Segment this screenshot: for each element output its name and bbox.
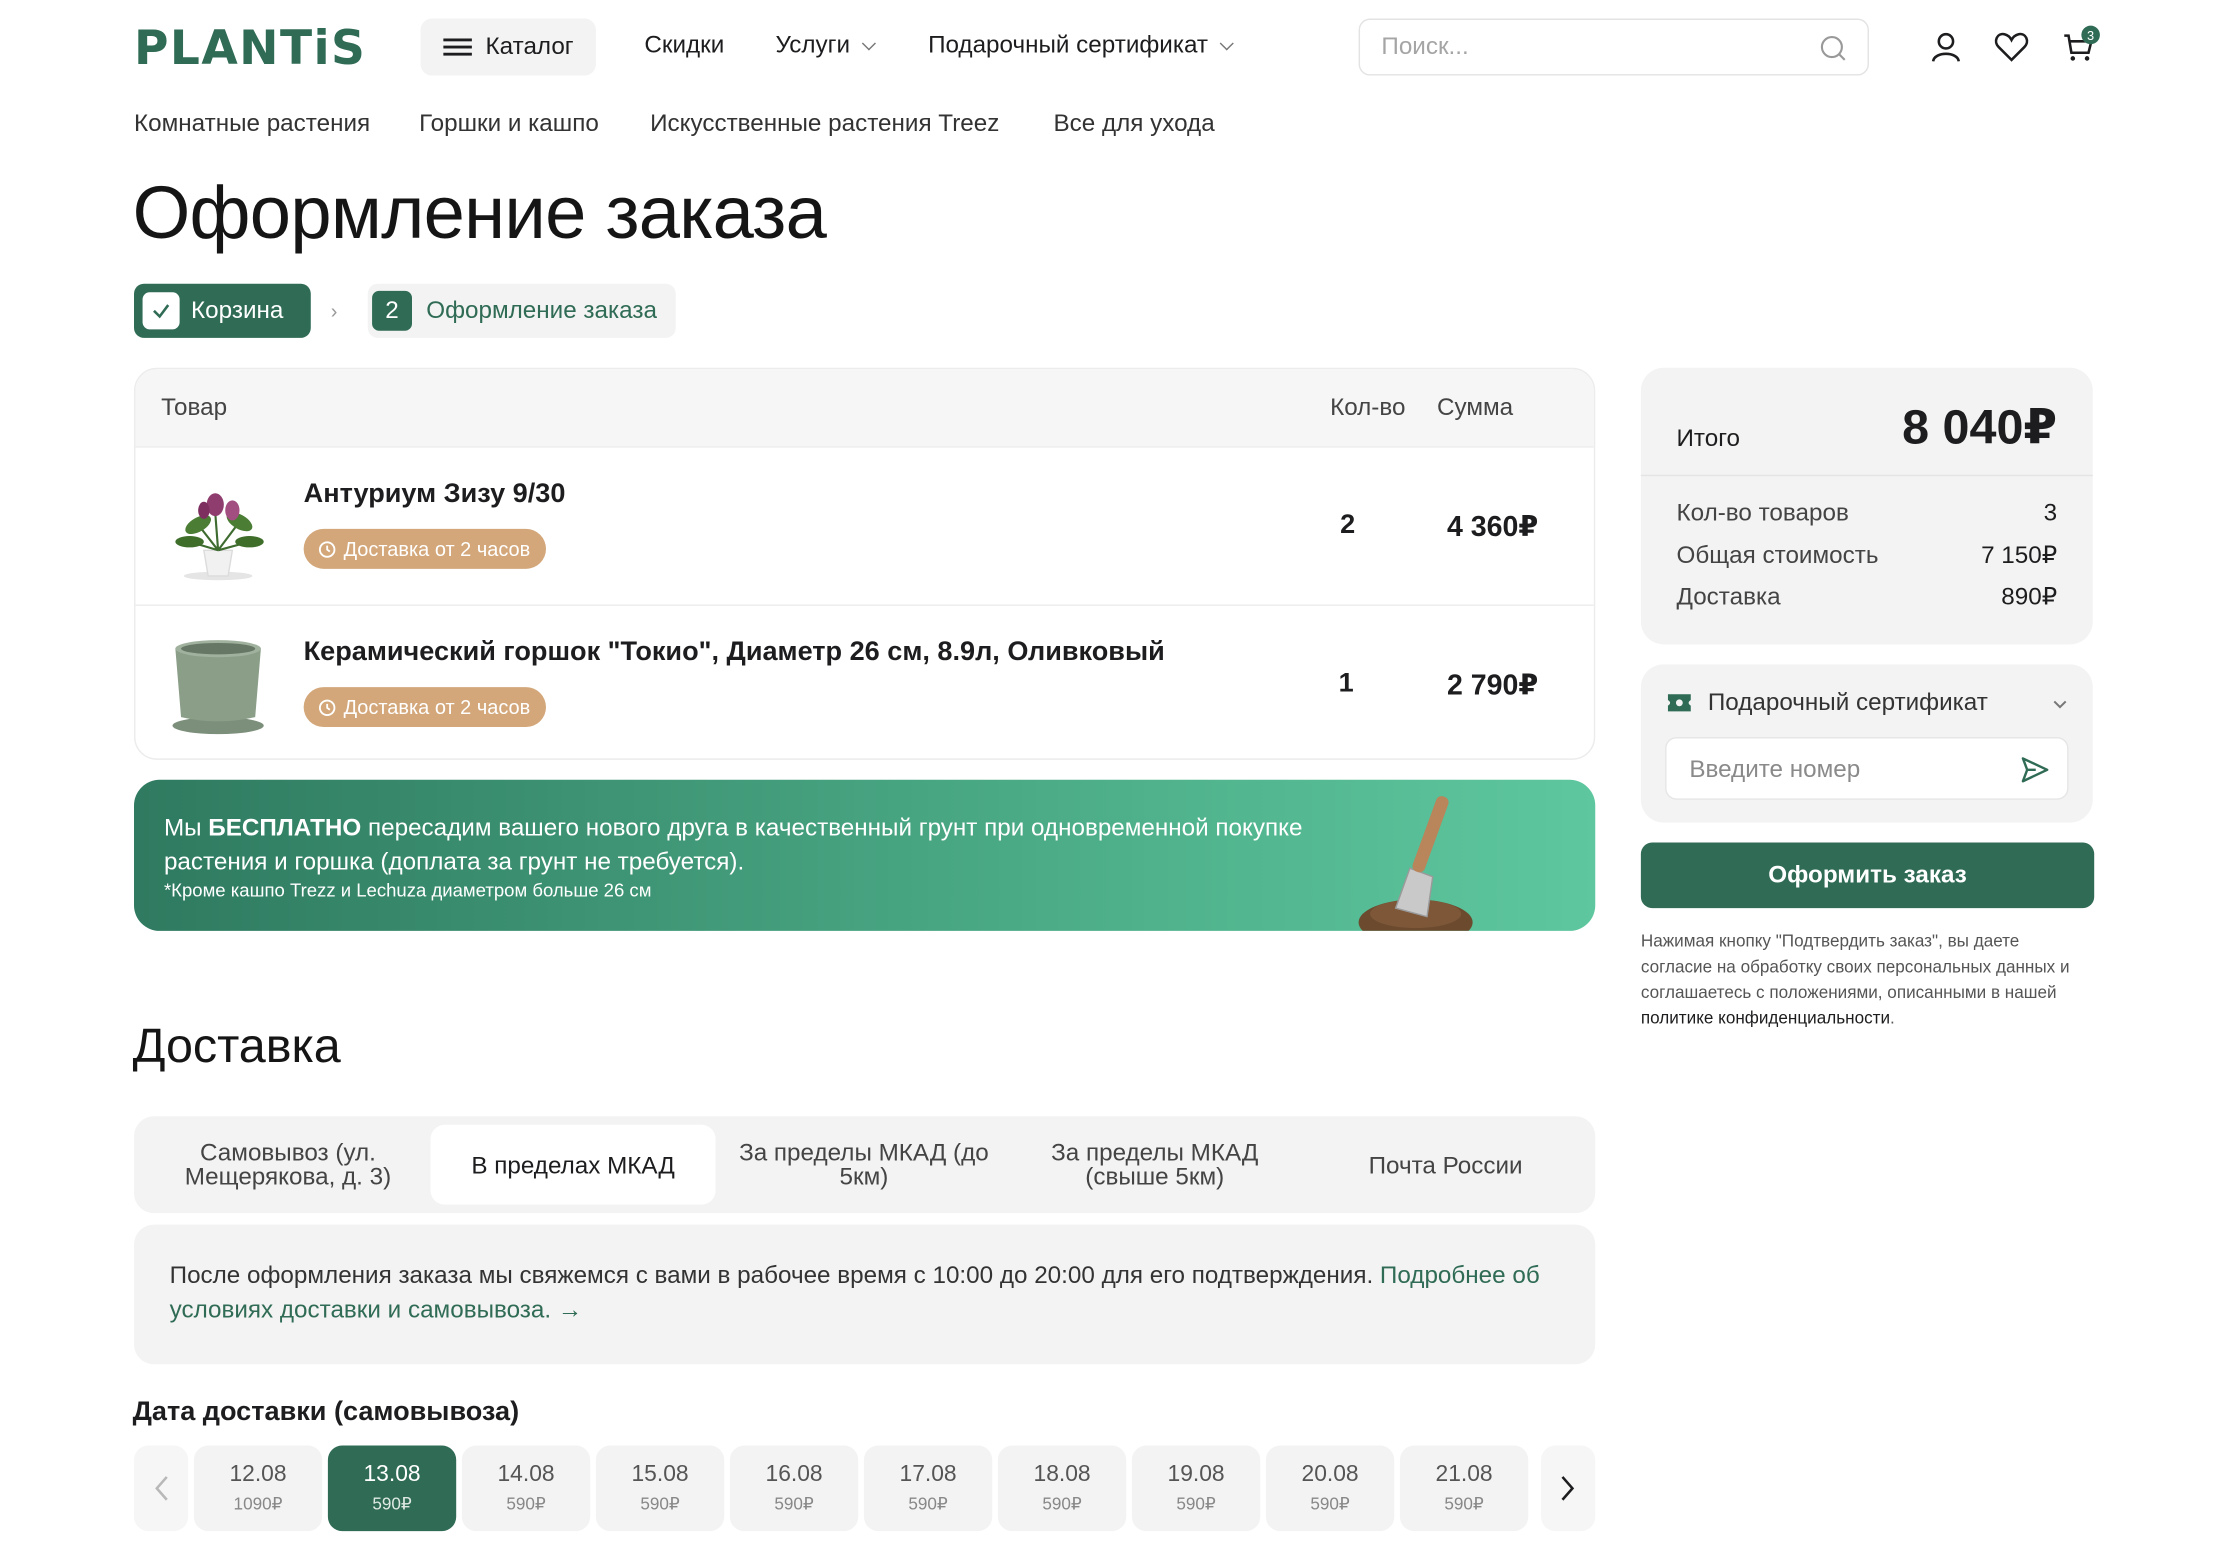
chevron-down-icon	[1220, 35, 1235, 50]
clock-icon	[318, 540, 336, 558]
clock-icon	[318, 698, 336, 716]
delivery-info: После оформления заказа мы свяжемся с ва…	[134, 1224, 1596, 1365]
search-icon[interactable]	[1819, 34, 1848, 63]
chevron-down-icon	[862, 35, 877, 50]
gift-certificate-field	[1665, 737, 2069, 800]
step-checkout: 2 Оформление заказа	[367, 283, 676, 338]
subnav-care[interactable]: Все для ухода	[1054, 110, 1215, 139]
cart-table-header: Товар Кол-во Сумма	[135, 369, 1594, 447]
delivery-date-title: Дата доставки (самовывоза)	[132, 1397, 520, 1428]
promo-text: Мы БЕСПЛАТНО пересадим вашего нового дру…	[163, 814, 1303, 876]
summary-row-cost: Общая стоимость 7 150₽	[1676, 541, 2058, 569]
delivery-title: Доставка	[132, 1019, 341, 1074]
subnav-indoor-plants[interactable]: Комнатные растения	[134, 110, 370, 139]
column-header-product: Товар	[161, 393, 228, 421]
nav-gift-certificate[interactable]: Подарочный сертификат	[928, 31, 1235, 60]
date-option[interactable]: 15.08 590₽	[595, 1445, 725, 1532]
search-box[interactable]	[1358, 18, 1869, 76]
tab-pickup[interactable]: Самовывоз (ул. Мещерякова, д. 3)	[145, 1125, 430, 1205]
promo-note: *Кроме кашпо Trezz и Lechuza диаметром б…	[163, 879, 652, 901]
cart-item: Антуриум Зизу 9/30 Доставка от 2 часов 2…	[135, 446, 1594, 604]
nav-services-label: Услуги	[775, 31, 851, 59]
gift-certificate-toggle[interactable]: Подарочный сертификат	[1665, 689, 2068, 718]
page-title: Оформление заказа	[132, 172, 827, 256]
item-sum: 4 360₽	[1446, 511, 1539, 544]
check-icon	[142, 292, 180, 330]
order-summary: Итого 8 040₽ Кол-во товаров 3 Общая стоим…	[1640, 367, 2093, 645]
total-label: Итого	[1676, 424, 1741, 452]
date-option[interactable]: 19.08 590₽	[1131, 1445, 1261, 1532]
promo-banner: Мы БЕСПЛАТНО пересадим вашего нового дру…	[134, 779, 1596, 931]
summary-row-count: Кол-во товаров 3	[1676, 498, 2058, 527]
item-quantity: 1	[1338, 668, 1354, 699]
nav-services[interactable]: Услуги	[775, 31, 877, 60]
send-icon[interactable]	[2019, 754, 2050, 785]
date-option[interactable]: 12.08 1090₽	[193, 1445, 323, 1532]
chevron-down-icon	[2051, 689, 2068, 718]
delivery-badge: Доставка от 2 часов	[303, 687, 546, 728]
shovel-image	[1358, 796, 1473, 931]
legal-notice: Нажимая кнопку "Подтвердить заказ", вы д…	[1640, 930, 2070, 1028]
product-name[interactable]: Антуриум Зизу 9/30	[304, 479, 566, 510]
search-input[interactable]	[1360, 31, 1812, 63]
logo[interactable]: PLANTiS	[134, 20, 366, 76]
date-option[interactable]: 20.08 590₽	[1265, 1445, 1395, 1532]
product-image-pot[interactable]	[161, 626, 275, 740]
nav-discounts-label: Скидки	[644, 31, 725, 59]
nav-gift-label: Подарочный сертификат	[928, 31, 1209, 59]
date-option[interactable]: 16.08 590₽	[729, 1445, 859, 1532]
date-option[interactable]: 21.08 590₽	[1399, 1445, 1529, 1532]
step-checkout-label: Оформление заказа	[426, 296, 657, 324]
gift-certificate-panel: Подарочный сертификат	[1640, 664, 2093, 823]
chevron-left-icon	[155, 1476, 168, 1501]
chevron-right-icon	[1561, 1476, 1575, 1501]
catalog-label: Каталог	[485, 32, 574, 60]
place-order-button[interactable]: Оформить заказ	[1640, 842, 2095, 909]
date-option-selected[interactable]: 13.08 590₽	[327, 1445, 457, 1532]
date-option[interactable]: 18.08 590₽	[997, 1445, 1127, 1532]
tab-outside-mkad-over-5km[interactable]: За пределы МКАД (свыше 5км)	[1012, 1125, 1297, 1205]
date-option[interactable]: 17.08 590₽	[863, 1445, 993, 1532]
summary-divider	[1640, 474, 2093, 477]
subnav-artificial-plants[interactable]: Искусственные растения Treez	[650, 110, 999, 139]
column-header-qty: Кол-во	[1330, 393, 1406, 421]
step-cart[interactable]: Корзина	[134, 283, 311, 338]
tab-within-mkad[interactable]: В пределах МКАД	[430, 1124, 716, 1205]
subnav-pots[interactable]: Горшки и кашпо	[419, 110, 599, 139]
nav-discounts[interactable]: Скидки	[644, 31, 724, 60]
tab-russian-post[interactable]: Почта России	[1303, 1125, 1588, 1205]
delivery-tabs: Самовывоз (ул. Мещерякова, д. 3) В преде…	[134, 1116, 1596, 1214]
step-cart-label: Корзина	[191, 296, 284, 324]
catalog-button[interactable]: Каталог	[420, 18, 596, 76]
cart-count-badge: 3	[2081, 25, 2100, 45]
gift-certificate-label: Подарочный сертификат	[1707, 688, 1988, 716]
delivery-badge: Доставка от 2 часов	[303, 528, 546, 569]
privacy-policy-link[interactable]: политике конфиденциальности	[1641, 1008, 1890, 1028]
product-name[interactable]: Керамический горшок "Токио", Диаметр 26 …	[304, 637, 1165, 668]
item-sum: 2 790₽	[1446, 670, 1539, 702]
gift-certificate-input[interactable]	[1686, 754, 2006, 786]
arrow-right-icon: →	[557, 1295, 583, 1323]
product-image-anthurium[interactable]	[161, 470, 275, 584]
heart-icon[interactable]	[1993, 29, 2030, 66]
total-value: 8 040₽	[1902, 400, 2058, 455]
chevron-right-icon: ›	[330, 299, 338, 323]
user-icon[interactable]	[1927, 29, 1964, 66]
delivery-badge-label: Доставка от 2 часов	[343, 537, 531, 561]
delivery-info-text: После оформления заказа мы свяжемся с ва…	[169, 1261, 1380, 1289]
item-quantity: 2	[1340, 510, 1356, 541]
step-number: 2	[372, 290, 412, 331]
ticket-icon	[1667, 694, 1691, 712]
delivery-badge-label: Доставка от 2 часов	[343, 695, 531, 719]
dates-next-button[interactable]	[1541, 1445, 1596, 1532]
column-header-sum: Сумма	[1437, 393, 1514, 421]
dates-prev-button[interactable]	[134, 1445, 189, 1532]
cart-table: Товар Кол-во Сумма Антуриум Зизу 9/30 До…	[134, 367, 1596, 760]
summary-row-delivery: Доставка 890₽	[1676, 583, 2058, 611]
tab-outside-mkad-5km[interactable]: За пределы МКАД (до 5км)	[721, 1125, 1006, 1205]
date-option[interactable]: 14.08 590₽	[461, 1445, 591, 1532]
cart-item: Керамический горшок "Токио", Диаметр 26 …	[135, 604, 1594, 758]
menu-icon	[442, 38, 472, 56]
